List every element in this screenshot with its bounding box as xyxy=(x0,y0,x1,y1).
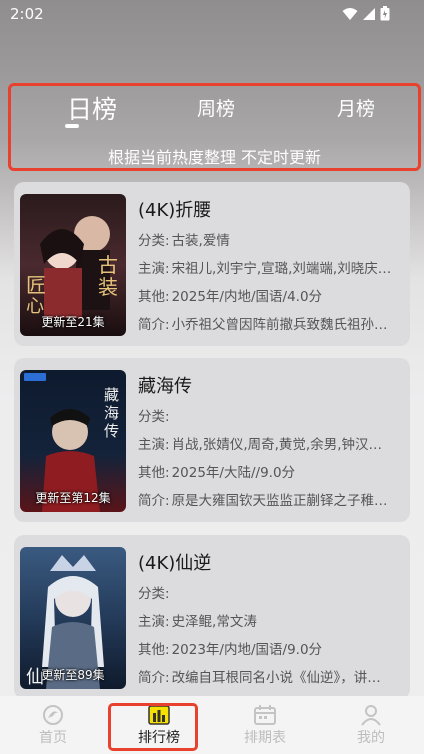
svg-text:古: 古 xyxy=(98,253,118,277)
cast-label: 主演: xyxy=(138,614,170,630)
svg-text:匠: 匠 xyxy=(26,273,46,297)
status-time: 2:02 xyxy=(10,5,44,23)
rank-highlight-box xyxy=(108,703,198,751)
genre-label: 分类: xyxy=(138,586,170,602)
update-badge: 更新至21集 xyxy=(41,315,105,329)
poster-image: 古 装 匠 心 更新至21集 xyxy=(20,194,126,336)
cast-label: 主演: xyxy=(138,437,170,453)
nav-home[interactable]: 首页 xyxy=(18,704,88,747)
item-summary: 简介: 小乔祖父曾因阵前撤兵致魏氏祖孙… xyxy=(138,313,406,333)
item-other: 其他: 2025年/大陆//9.0分 xyxy=(138,461,406,481)
nav-mine-label: 我的 xyxy=(357,730,385,746)
tab-monthly[interactable]: 月榜 xyxy=(311,94,401,121)
item-genre: 分类: 古装,爱情 xyxy=(138,229,406,249)
cast-value: 肖战,张婧仪,周奇,黄觉,余男,钟汉… xyxy=(171,437,383,453)
item-title: 藏海传 xyxy=(138,376,192,397)
nav-home-label: 首页 xyxy=(39,730,67,746)
poster-image: 藏 海 传 更新至第12集 xyxy=(20,370,126,512)
battery-icon xyxy=(380,6,390,21)
item-other: 其他: 2025年/内地/国语/4.0分 xyxy=(138,285,406,305)
cast-label: 主演: xyxy=(138,261,170,277)
item-title: (4K)折腰 xyxy=(138,200,212,221)
cast-value: 宋祖儿,刘宇宁,宣璐,刘端端,刘晓庆… xyxy=(171,261,392,277)
summary-value: 改编自耳根同名小说《仙逆》，讲… xyxy=(171,670,381,686)
item-other: 其他: 2023年/内地/国语/9.0分 xyxy=(138,638,406,658)
nav-mine[interactable]: 我的 xyxy=(336,704,406,747)
genre-label: 分类: xyxy=(138,233,170,249)
home-icon xyxy=(43,705,63,725)
item-genre: 分类: xyxy=(138,582,406,602)
svg-text:装: 装 xyxy=(98,275,118,299)
nav-schedule-label: 排期表 xyxy=(244,730,286,746)
item-cast: 主演: 宋祖儿,刘宇宁,宣璐,刘端端,刘晓庆… xyxy=(138,257,406,277)
other-value: 2023年/内地/国语/9.0分 xyxy=(171,642,323,658)
ranking-tabs: 日榜 周榜 月榜 根据当前热度整理 不定时更新 xyxy=(8,83,421,171)
item-cast: 主演: 史泽鲲,常文涛 xyxy=(138,610,406,630)
calendar-icon xyxy=(254,705,276,725)
nav-schedule[interactable]: 排期表 xyxy=(230,704,300,747)
tabs-subtitle: 根据当前热度整理 不定时更新 xyxy=(107,148,322,167)
summary-label: 简介: xyxy=(138,317,170,333)
status-bar: 2:02 xyxy=(0,0,424,30)
bottom-nav: 首页 排行榜 排期表 我的 xyxy=(0,696,424,754)
summary-value: 小乔祖父曾因阵前撤兵致魏氏祖孙… xyxy=(171,317,388,333)
poster-image: 仙 更新至89集 xyxy=(20,547,126,689)
other-value: 2025年/内地/国语/4.0分 xyxy=(171,289,323,305)
other-value: 2025年/大陆//9.0分 xyxy=(171,465,296,481)
svg-text:藏: 藏 xyxy=(104,386,119,404)
list-item[interactable]: 藏 海 传 更新至第12集 藏海传 分类: 主演: 肖战,张婧仪,周奇,黄觉,余男… xyxy=(14,358,410,522)
tab-weekly[interactable]: 周榜 xyxy=(171,94,261,121)
signal-icon xyxy=(363,7,375,20)
svg-text:海: 海 xyxy=(104,404,119,422)
item-title: (4K)仙逆 xyxy=(138,553,212,574)
cast-value: 史泽鲲,常文涛 xyxy=(171,614,257,630)
wifi-icon xyxy=(342,7,358,20)
status-icons xyxy=(342,6,390,21)
genre-label: 分类: xyxy=(138,409,170,425)
item-genre: 分类: xyxy=(138,405,406,425)
tab-daily[interactable]: 日榜 xyxy=(47,90,137,126)
item-cast: 主演: 肖战,张婧仪,周奇,黄觉,余男,钟汉… xyxy=(138,433,406,453)
profile-icon xyxy=(361,705,381,726)
summary-label: 简介: xyxy=(138,670,170,686)
genre-value: 古装,爱情 xyxy=(171,233,230,249)
update-badge: 更新至89集 xyxy=(41,668,105,682)
other-label: 其他: xyxy=(138,289,170,305)
summary-value: 原是大雍国钦天监监正蒯铎之子稚… xyxy=(171,493,388,509)
item-summary: 简介: 改编自耳根同名小说《仙逆》，讲… xyxy=(138,666,406,686)
item-summary: 简介: 原是大雍国钦天监监正蒯铎之子稚… xyxy=(138,489,406,509)
ranking-list[interactable]: 古 装 匠 心 更新至21集 (4K)折腰 分类: 古装,爱情 主演: 宋祖儿,刘宇… xyxy=(0,181,424,696)
list-item[interactable]: 仙 更新至89集 (4K)仙逆 分类: 主演: 史泽鲲,常文涛 其他: 2023年/… xyxy=(14,535,410,696)
other-label: 其他: xyxy=(138,642,170,658)
summary-label: 简介: xyxy=(138,493,170,509)
svg-text:传: 传 xyxy=(104,422,119,440)
list-item[interactable]: 古 装 匠 心 更新至21集 (4K)折腰 分类: 古装,爱情 主演: 宋祖儿,刘宇… xyxy=(14,182,410,346)
other-label: 其他: xyxy=(138,465,170,481)
update-badge: 更新至第12集 xyxy=(35,491,111,505)
tab-active-indicator xyxy=(65,124,79,128)
